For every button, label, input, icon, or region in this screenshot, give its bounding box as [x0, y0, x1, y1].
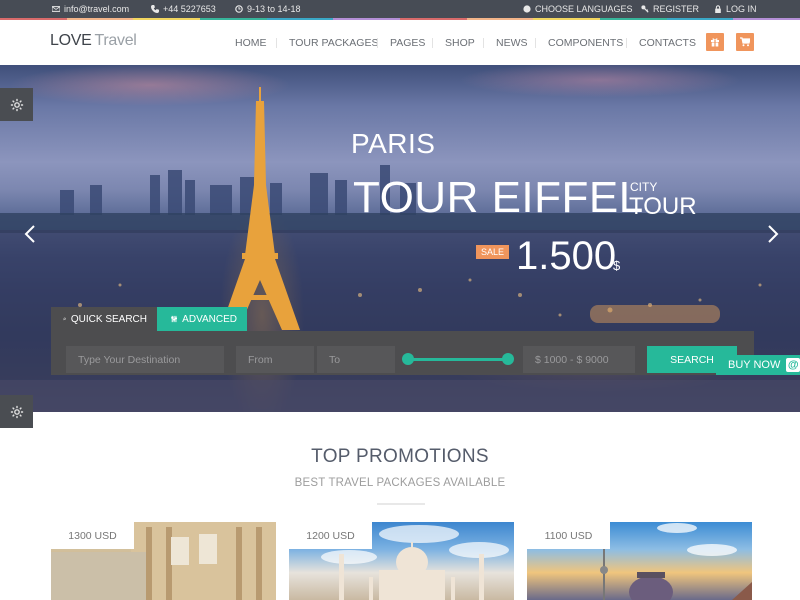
- nav-divider: [483, 38, 484, 48]
- register-label: REGISTER: [653, 4, 700, 14]
- nav-divider: [432, 38, 433, 48]
- chevron-left-icon: [24, 225, 35, 243]
- nav-divider: [626, 38, 627, 48]
- slider-prev-button[interactable]: [15, 217, 45, 251]
- nav-divider: [377, 38, 378, 48]
- settings-toggle-button[interactable]: [0, 88, 33, 121]
- login-link[interactable]: LOG IN: [714, 4, 757, 14]
- nav-divider: [276, 38, 277, 48]
- login-label: LOG IN: [726, 4, 757, 14]
- choose-languages-label: CHOOSE LANGUAGES: [535, 4, 633, 14]
- cart-icon: [740, 37, 750, 47]
- logo-light: Travel: [94, 32, 137, 49]
- hero-subtitle-large: TOUR: [629, 193, 697, 220]
- nav-tour-packages[interactable]: TOUR PACKAGES: [289, 37, 378, 49]
- from-date-input[interactable]: From: [236, 346, 314, 373]
- email-text: info@travel.com: [64, 4, 130, 14]
- promo-price: 1200 USD: [289, 522, 372, 549]
- to-date-input[interactable]: To: [317, 346, 395, 373]
- logo-bold: LOVE: [50, 32, 92, 49]
- sliders-icon: [171, 315, 178, 323]
- tab-quick-search[interactable]: QUICK SEARCH: [51, 307, 157, 331]
- sale-badge: SALE: [476, 245, 510, 259]
- gift-icon: [711, 38, 719, 47]
- nav-components[interactable]: COMPONENTS: [548, 37, 623, 49]
- gear-icon: [10, 405, 23, 418]
- search-icon: [63, 317, 66, 321]
- slider-handle-max[interactable]: [502, 353, 514, 365]
- price-range-slider[interactable]: [398, 346, 518, 373]
- phone-link[interactable]: +44 5227653: [151, 4, 216, 14]
- hours-text: 9-13 to 14-18: [247, 4, 301, 14]
- tab-quick-search-label: QUICK SEARCH: [70, 313, 147, 325]
- hero-subtitle-small: CITY: [630, 180, 658, 194]
- tab-advanced-label: ADVANCED: [182, 313, 237, 325]
- nav-contacts[interactable]: CONTACTS: [639, 37, 696, 49]
- hero-city: PARIS: [351, 128, 436, 159]
- gift-button[interactable]: [706, 33, 724, 51]
- buy-now-label: BUY NOW: [728, 359, 781, 371]
- settings-toggle-button-secondary[interactable]: [0, 395, 33, 428]
- search-panel: Type Your Destination From To $ 1000 - $…: [51, 331, 754, 375]
- nav-pages[interactable]: PAGES: [390, 37, 425, 49]
- hero-slider: PARIS TOUR EIFFEL CITY TOUR SALE 1.500 $…: [0, 65, 800, 412]
- promo-price: 1300 USD: [51, 522, 134, 549]
- promo-card[interactable]: 1100 USD: [527, 522, 752, 600]
- promotions-subtitle: BEST TRAVEL PACKAGES AVAILABLE: [294, 477, 506, 489]
- hero-price: 1.500: [516, 234, 617, 278]
- tab-advanced[interactable]: ADVANCED: [157, 307, 247, 331]
- envelope-icon: [52, 6, 60, 12]
- key-icon: [641, 5, 649, 13]
- nav-news[interactable]: NEWS: [496, 37, 528, 49]
- destination-input[interactable]: Type Your Destination: [66, 346, 224, 373]
- promotions-divider: [377, 503, 425, 505]
- hours-info: 9-13 to 14-18: [235, 4, 301, 14]
- site-header: LOVE Travel HOME TOUR PACKAGES PAGES SHOP…: [0, 20, 800, 65]
- slider-fill: [408, 358, 508, 361]
- lock-icon: [715, 5, 721, 13]
- buy-now-button[interactable]: BUY NOW @: [716, 355, 800, 375]
- promotions-title: TOP PROMOTIONS: [311, 446, 489, 467]
- cart-button[interactable]: [736, 33, 754, 51]
- hero-currency: $: [613, 258, 621, 273]
- price-range-display: $ 1000 - $ 9000: [523, 346, 635, 373]
- slider-handle-min[interactable]: [402, 353, 414, 365]
- promo-price: 1100 USD: [527, 522, 610, 549]
- register-link[interactable]: REGISTER: [641, 4, 699, 14]
- search-tabs: QUICK SEARCH ADVANCED: [51, 307, 247, 331]
- globe-icon: [523, 5, 531, 13]
- slider-next-button[interactable]: [758, 217, 788, 251]
- phone-text: +44 5227653: [163, 4, 216, 14]
- email-link[interactable]: info@travel.com: [52, 4, 129, 14]
- nav-divider: [535, 38, 536, 48]
- chevron-right-icon: [768, 225, 779, 243]
- promo-card[interactable]: 1200 USD: [289, 522, 514, 600]
- choose-languages-link[interactable]: CHOOSE LANGUAGES: [523, 4, 633, 14]
- phone-icon: [151, 5, 159, 13]
- nav-home[interactable]: HOME: [235, 37, 267, 49]
- nav-shop[interactable]: SHOP: [445, 37, 475, 49]
- gear-icon: [10, 98, 23, 111]
- promo-card[interactable]: 1300 USD: [51, 522, 276, 600]
- top-bar: info@travel.com +44 5227653 9-13 to 14-1…: [0, 0, 800, 18]
- at-icon: @: [786, 358, 800, 372]
- clock-icon: [235, 5, 243, 13]
- hero-title: TOUR EIFFEL: [353, 173, 644, 222]
- logo[interactable]: LOVE Travel: [50, 32, 137, 50]
